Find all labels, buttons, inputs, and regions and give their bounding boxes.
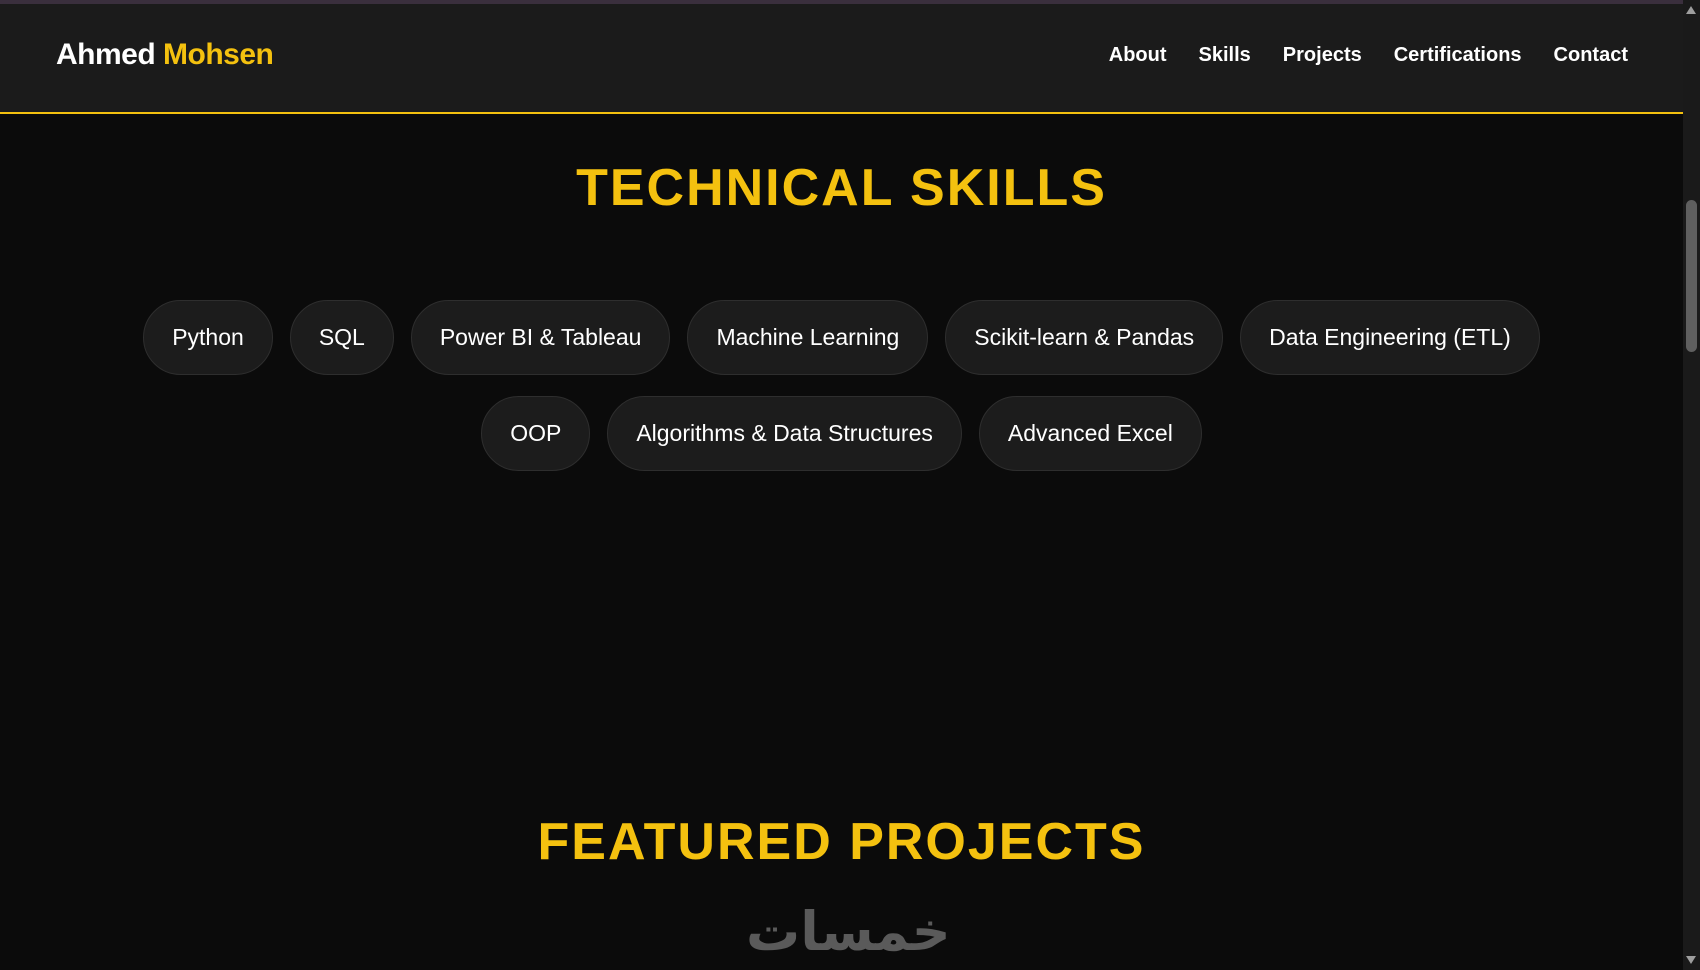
skill-data-engineering: Data Engineering (ETL) <box>1240 300 1540 375</box>
nav-certifications[interactable]: Certifications <box>1394 44 1522 67</box>
skills-list: Python SQL Power BI & Tableau Machine Le… <box>0 300 1683 492</box>
nav-contact[interactable]: Contact <box>1554 44 1628 67</box>
nav-about[interactable]: About <box>1109 44 1167 67</box>
nav-links: About Skills Projects Certifications Con… <box>1109 44 1628 67</box>
vertical-scrollbar[interactable] <box>1683 0 1700 970</box>
scroll-up-icon[interactable] <box>1686 6 1696 14</box>
nav-projects[interactable]: Projects <box>1283 44 1362 67</box>
page: Ahmed Mohsen About Skills Projects Certi… <box>0 0 1700 970</box>
skills-row-1: Python SQL Power BI & Tableau Machine Le… <box>0 300 1683 375</box>
skill-scikit-pandas: Scikit-learn & Pandas <box>945 300 1224 375</box>
skills-section-title: TECHNICAL SKILLS <box>576 159 1107 217</box>
skill-python: Python <box>143 300 273 375</box>
brand-logo[interactable]: Ahmed Mohsen <box>56 38 274 72</box>
skill-advanced-excel: Advanced Excel <box>978 396 1202 471</box>
nav-skills[interactable]: Skills <box>1199 44 1251 67</box>
watermark-logo: خمسات <box>746 900 951 963</box>
skill-oop: OOP <box>481 396 591 471</box>
skill-powerbi-tableau: Power BI & Tableau <box>410 300 671 375</box>
skill-machine-learning: Machine Learning <box>687 300 929 375</box>
skills-row-2: OOP Algorithms & Data Structures Advance… <box>0 396 1683 471</box>
brand-first-name: Ahmed <box>56 38 156 71</box>
scroll-down-icon[interactable] <box>1686 956 1696 964</box>
brand-last-name: Mohsen <box>163 38 274 71</box>
scrollbar-thumb[interactable] <box>1686 200 1697 352</box>
navbar: Ahmed Mohsen About Skills Projects Certi… <box>0 4 1683 114</box>
skill-algorithms: Algorithms & Data Structures <box>607 396 962 471</box>
projects-section-title: FEATURED PROJECTS <box>537 813 1146 871</box>
skill-sql: SQL <box>289 300 394 375</box>
